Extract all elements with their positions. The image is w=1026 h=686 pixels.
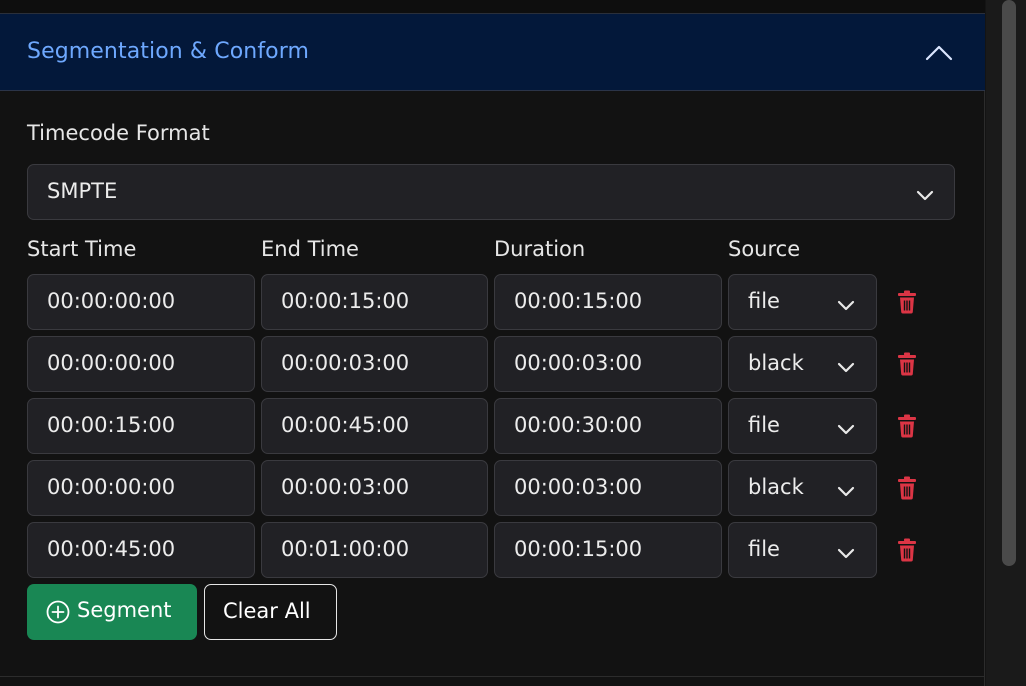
column-header-source: Source [728,237,801,261]
source-value: black [748,475,804,499]
trash-icon[interactable] [896,352,918,376]
chevron-down-icon [837,483,855,497]
source-select[interactable]: black [728,336,877,392]
start-time-value: 00:00:00:00 [47,289,176,313]
end-time-input[interactable]: 00:00:03:00 [261,460,488,516]
app-root: Segmentation & Conform Timecode Format S… [0,0,1026,686]
start-time-value: 00:00:00:00 [47,475,176,499]
duration-value: 00:00:30:00 [514,413,643,437]
start-time-value: 00:00:45:00 [47,537,176,561]
source-value: file [748,537,780,561]
accordion-header-segmentation[interactable]: Segmentation & Conform [0,14,985,91]
chevron-down-icon [837,359,855,373]
trash-icon[interactable] [896,538,918,562]
source-value: black [748,351,804,375]
clear-all-label: Clear All [223,599,311,623]
duration-value: 00:00:15:00 [514,537,643,561]
source-select[interactable]: file [728,522,877,578]
end-time-input[interactable]: 00:00:15:00 [261,274,488,330]
column-header-duration: Duration [494,237,586,261]
accordion-title: Segmentation & Conform [27,39,310,64]
end-time-input[interactable]: 00:00:45:00 [261,398,488,454]
chevron-up-icon[interactable] [922,38,956,68]
duration-input[interactable]: 00:00:15:00 [494,522,722,578]
start-time-input[interactable]: 00:00:00:00 [27,274,255,330]
trash-icon[interactable] [896,290,918,314]
end-time-input[interactable]: 00:01:00:00 [261,522,488,578]
duration-value: 00:00:03:00 [514,475,643,499]
start-time-input[interactable]: 00:00:15:00 [27,398,255,454]
duration-input[interactable]: 00:00:15:00 [494,274,722,330]
scrollbar-thumb[interactable] [1002,0,1016,566]
end-time-value: 00:01:00:00 [281,537,410,561]
start-time-value: 00:00:15:00 [47,413,176,437]
source-select[interactable]: file [728,398,877,454]
end-time-value: 00:00:03:00 [281,475,410,499]
duration-input[interactable]: 00:00:30:00 [494,398,722,454]
end-time-value: 00:00:45:00 [281,413,410,437]
end-time-value: 00:00:03:00 [281,351,410,375]
clear-all-button[interactable]: Clear All [204,584,337,640]
end-time-input[interactable]: 00:00:03:00 [261,336,488,392]
chevron-down-icon [837,297,855,311]
column-header-end-time: End Time [261,237,359,261]
previous-section-edge [0,0,985,14]
start-time-input[interactable]: 00:00:45:00 [27,522,255,578]
settings-panel: Segmentation & Conform Timecode Format S… [0,0,985,686]
chevron-down-icon [916,187,934,201]
section-divider [0,676,985,677]
start-time-input[interactable]: 00:00:00:00 [27,460,255,516]
end-time-value: 00:00:15:00 [281,289,410,313]
source-value: file [748,289,780,313]
source-select[interactable]: black [728,460,877,516]
trash-icon[interactable] [896,414,918,438]
duration-input[interactable]: 00:00:03:00 [494,336,722,392]
start-time-input[interactable]: 00:00:00:00 [27,336,255,392]
add-segment-label: Segment [77,598,172,622]
chevron-down-icon [837,421,855,435]
timecode-format-value: SMPTE [47,179,118,203]
column-header-start-time: Start Time [27,237,137,261]
source-select[interactable]: file [728,274,877,330]
duration-value: 00:00:15:00 [514,289,643,313]
duration-input[interactable]: 00:00:03:00 [494,460,722,516]
duration-value: 00:00:03:00 [514,351,643,375]
start-time-value: 00:00:00:00 [47,351,176,375]
plus-circle-icon [46,600,70,624]
add-segment-button[interactable]: Segment [27,584,197,640]
source-value: file [748,413,780,437]
chevron-down-icon [837,545,855,559]
timecode-format-select[interactable]: SMPTE [27,164,955,220]
timecode-format-label: Timecode Format [27,121,210,145]
trash-icon[interactable] [896,476,918,500]
